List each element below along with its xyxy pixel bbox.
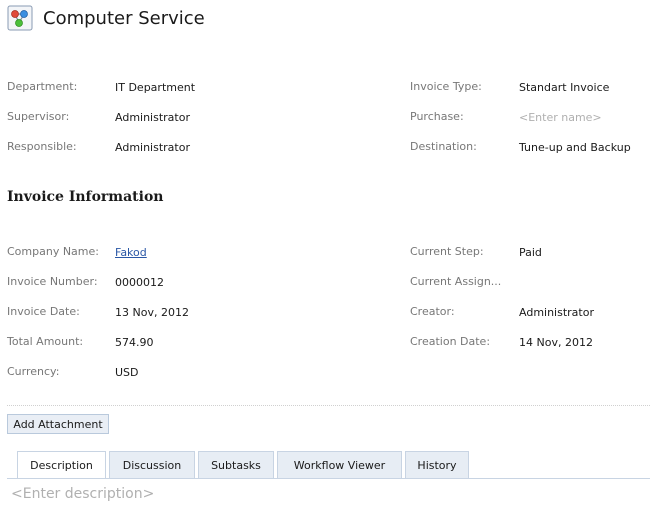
tab-history[interactable]: History xyxy=(405,451,469,478)
company-name-link[interactable]: Fakod xyxy=(115,246,147,259)
tab-description[interactable]: Description xyxy=(17,451,106,479)
section-divider xyxy=(7,405,650,406)
current-assignee-label: Current Assign... xyxy=(410,275,502,288)
responsible-label: Responsible: xyxy=(7,140,77,153)
destination-label: Destination: xyxy=(410,140,477,153)
company-name-label: Company Name: xyxy=(7,245,99,258)
department-label: Department: xyxy=(7,80,78,93)
page-title: Computer Service xyxy=(43,8,205,29)
description-input[interactable]: <Enter description> xyxy=(11,486,154,502)
department-value[interactable]: IT Department xyxy=(115,81,195,94)
current-step-value: Paid xyxy=(519,246,542,259)
purchase-label: Purchase: xyxy=(410,110,464,123)
invoice-number-label: Invoice Number: xyxy=(7,275,98,288)
purchase-input[interactable]: <Enter name> xyxy=(519,111,602,124)
supervisor-label: Supervisor: xyxy=(7,110,70,123)
creator-label: Creator: xyxy=(410,305,455,318)
creation-date-label: Creation Date: xyxy=(410,335,491,348)
creation-date-value: 14 Nov, 2012 xyxy=(519,336,593,349)
destination-value[interactable]: Tune-up and Backup xyxy=(519,141,631,154)
tab-subtasks[interactable]: Subtasks xyxy=(198,451,274,478)
supervisor-value[interactable]: Administrator xyxy=(115,111,190,124)
add-attachment-button[interactable]: Add Attachment xyxy=(7,414,109,434)
currency-value[interactable]: USD xyxy=(115,366,139,379)
tab-strip-baseline xyxy=(7,478,650,479)
current-step-label: Current Step: xyxy=(410,245,484,258)
responsible-value[interactable]: Administrator xyxy=(115,141,190,154)
invoice-information-heading: Invoice Information xyxy=(7,189,164,205)
invoice-type-label: Invoice Type: xyxy=(410,80,482,93)
creator-value: Administrator xyxy=(519,306,594,319)
workflow-app-icon xyxy=(7,5,33,31)
tab-discussion[interactable]: Discussion xyxy=(109,451,195,478)
tab-workflow-viewer[interactable]: Workflow Viewer xyxy=(277,451,402,478)
total-amount-value[interactable]: 574.90 xyxy=(115,336,154,349)
invoice-type-value[interactable]: Standart Invoice xyxy=(519,81,609,94)
currency-label: Currency: xyxy=(7,365,60,378)
invoice-date-value[interactable]: 13 Nov, 2012 xyxy=(115,306,189,319)
invoice-date-label: Invoice Date: xyxy=(7,305,80,318)
total-amount-label: Total Amount: xyxy=(7,335,84,348)
invoice-number-value[interactable]: 0000012 xyxy=(115,276,164,289)
